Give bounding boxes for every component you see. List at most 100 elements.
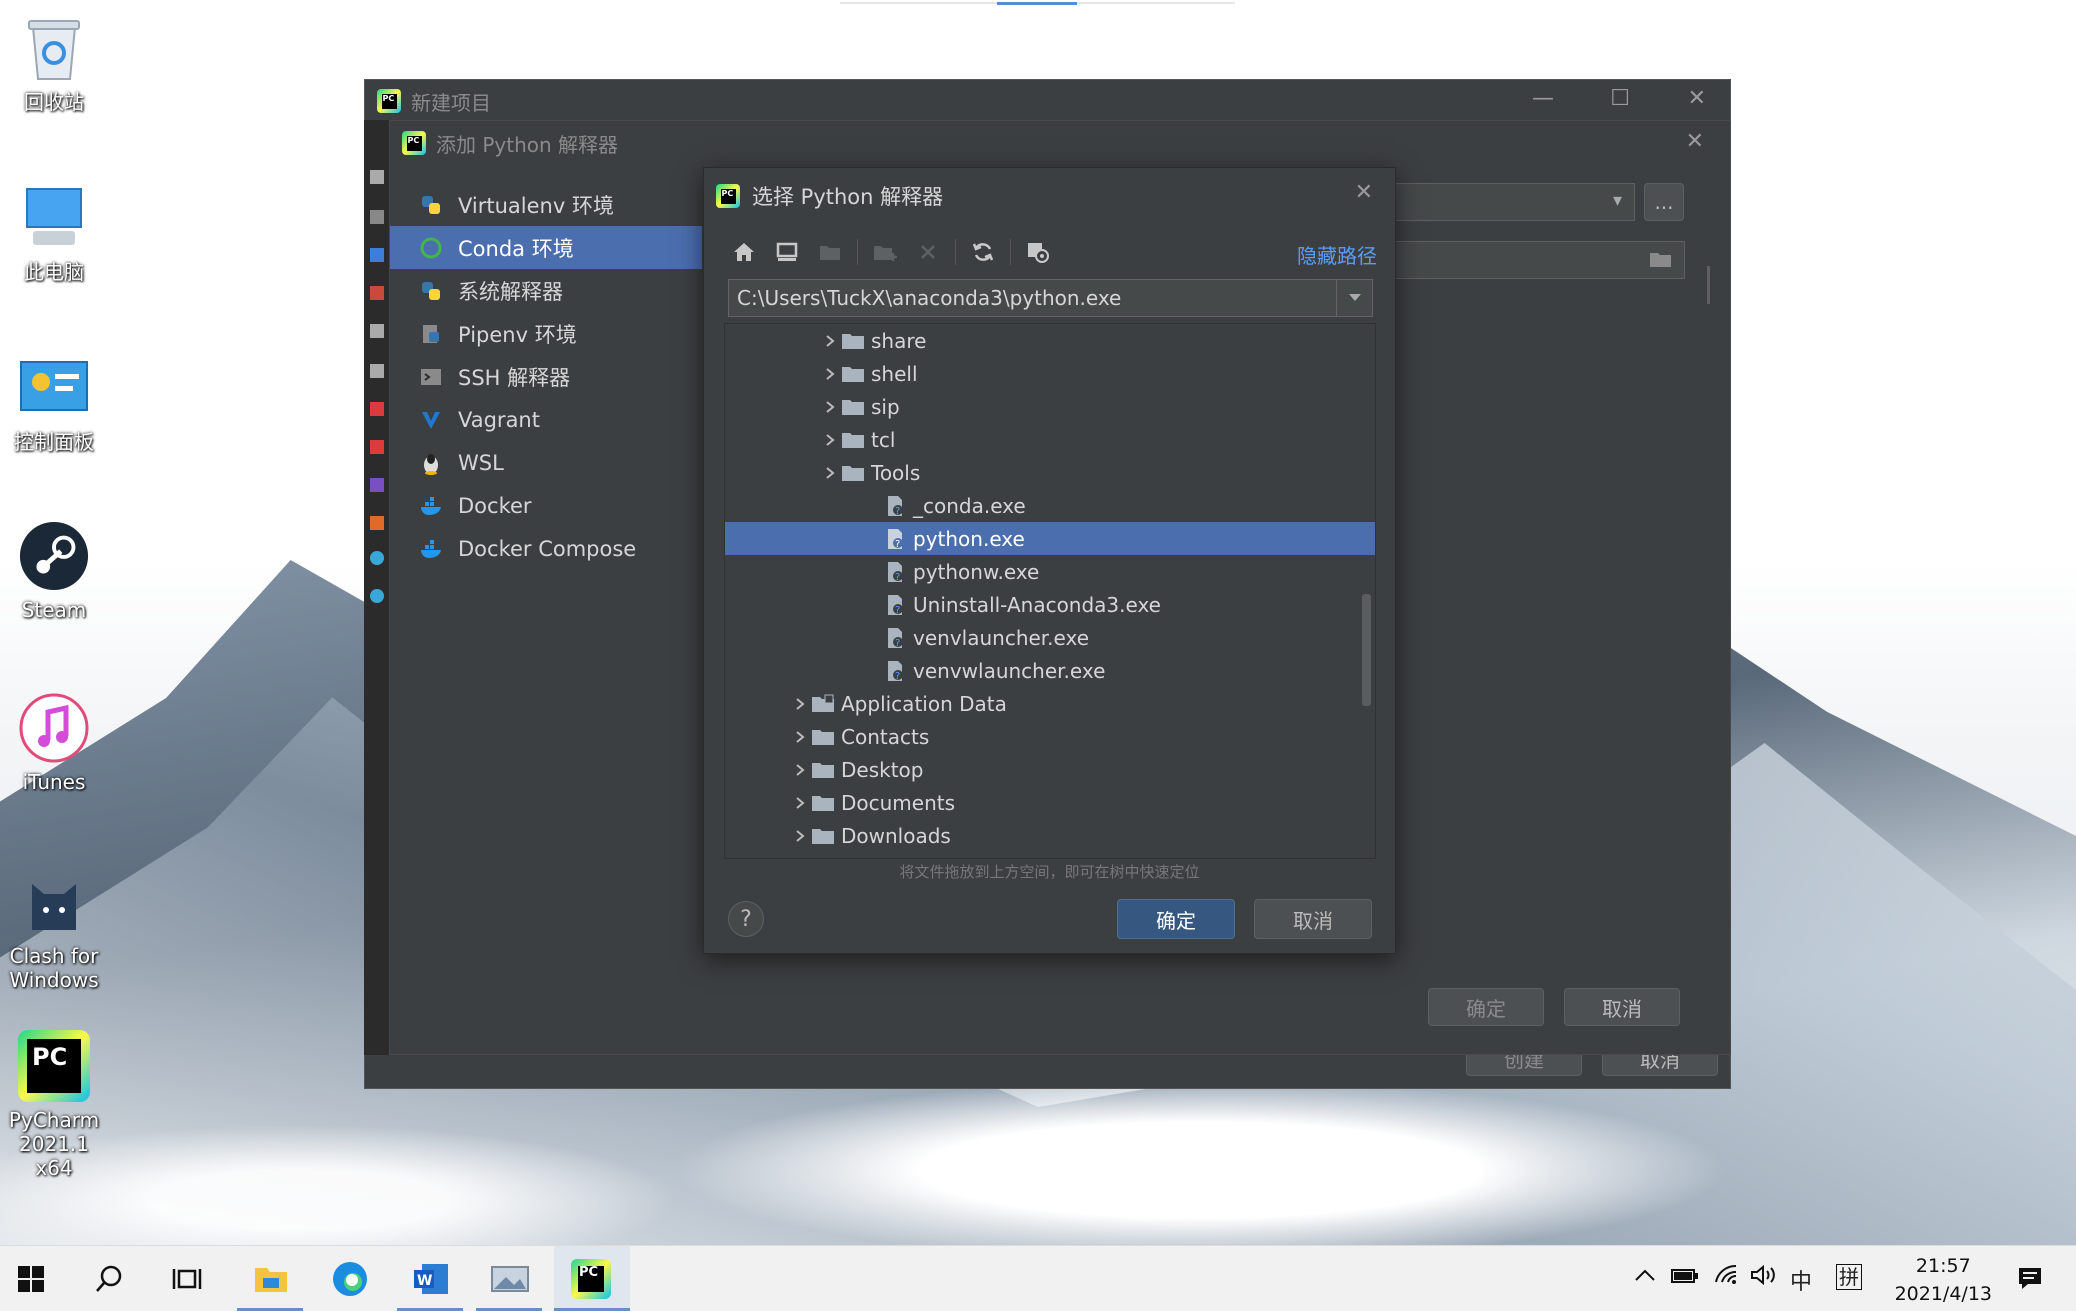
task-view-icon[interactable] (164, 1256, 210, 1302)
file-tree[interactable]: share shell sip tcl Tools ? _conda.exe ? (724, 323, 1376, 859)
chooser-ok-button[interactable]: 确定 (1117, 899, 1235, 939)
tree-item-label: Documents (841, 790, 956, 815)
tree-row-folder[interactable]: Application Data (725, 687, 1375, 720)
conda-path-field[interactable] (1395, 241, 1685, 279)
tree-item-label: share (871, 328, 927, 353)
chooser-cancel-button[interactable]: 取消 (1254, 899, 1372, 939)
hide-path-link[interactable]: 隐藏路径 (1297, 240, 1377, 269)
close-icon[interactable]: ✕ (1686, 129, 1704, 154)
interpreter-type-conda[interactable]: Conda 环境 (390, 226, 702, 269)
tree-item-label: Tools (871, 460, 921, 485)
interpreter-type-system[interactable]: 系统解释器 (390, 269, 702, 312)
home-icon[interactable] (728, 236, 760, 268)
tree-row-folder[interactable]: sip (725, 390, 1375, 423)
file-explorer-icon[interactable] (248, 1256, 294, 1302)
top-progress-accent (997, 2, 1077, 5)
chevron-right-icon[interactable] (789, 730, 811, 744)
chevron-down-icon: ▾ (1612, 190, 1622, 211)
tree-row-file[interactable]: ? pythonw.exe (725, 555, 1375, 588)
chevron-right-icon[interactable] (819, 367, 841, 381)
tree-scrollbar-thumb[interactable] (1362, 594, 1371, 706)
refresh-icon[interactable] (967, 236, 999, 268)
desktop-icon-itunes[interactable]: iTunes (2, 692, 106, 794)
path-combobox[interactable] (728, 279, 1373, 317)
interpreter-select[interactable]: ▾ (1395, 183, 1635, 221)
chevron-up-icon[interactable] (1634, 1264, 1656, 1289)
taskbar: W PC 中 拼 21:57 2021/4/13 (0, 1245, 2076, 1311)
chevron-right-icon[interactable] (789, 697, 811, 711)
show-hidden-files-icon[interactable] (1022, 236, 1054, 268)
browse-interpreter-button[interactable]: ... (1644, 183, 1684, 221)
interpreter-type-vagrant[interactable]: Vagrant (390, 398, 702, 441)
word-icon[interactable]: W (408, 1256, 454, 1302)
toolbar-separator (857, 239, 858, 265)
desktop-icon-steam[interactable]: Steam (2, 520, 106, 622)
folder-icon (841, 396, 865, 418)
chooser-title: 选择 Python 解释器 (752, 185, 944, 209)
desktop-icon-recycle-bin[interactable]: 回收站 (2, 12, 106, 114)
tree-row-folder[interactable]: shell (725, 357, 1375, 390)
battery-plug-icon[interactable] (1670, 1264, 1700, 1292)
notification-icon[interactable] (2016, 1264, 2044, 1298)
interpreter-type-ssh[interactable]: SSH 解释器 (390, 355, 702, 398)
chevron-down-icon[interactable] (1336, 280, 1372, 316)
chevron-right-icon[interactable] (819, 466, 841, 480)
desktop-icon-pycharm[interactable]: PC PyCharm 2021.1 x64 (2, 1030, 106, 1180)
volume-icon[interactable] (1750, 1264, 1778, 1292)
tree-row-folder[interactable]: Downloads (725, 819, 1375, 852)
choose-interpreter-dialog: PC 选择 Python 解释器 ✕ 隐藏路径 C:\Users\TuckX\a… (703, 167, 1396, 954)
ime-pinyin-indicator[interactable]: 拼 (1836, 1264, 1862, 1290)
drag-drop-hint: 将文件拖放到上方空间，即可在树中快速定位 (899, 863, 1200, 881)
interpreter-type-docker[interactable]: Docker (390, 484, 702, 527)
desktop-icon-clash[interactable]: Clash for Windows (2, 866, 106, 992)
chevron-right-icon[interactable] (819, 433, 841, 447)
folder-open-icon[interactable] (1648, 247, 1674, 275)
chevron-right-icon[interactable] (789, 796, 811, 810)
recycle-bin-icon (18, 12, 90, 84)
tree-row-folder[interactable]: Contacts (725, 720, 1375, 753)
system-clock[interactable]: 21:57 2021/4/13 (1895, 1252, 1992, 1308)
tree-row-file-selected[interactable]: ? python.exe (725, 522, 1375, 555)
windows-start-icon[interactable] (8, 1256, 54, 1302)
chevron-right-icon[interactable] (789, 829, 811, 843)
help-button[interactable]: ? (728, 901, 764, 937)
pycharm-taskbar-icon[interactable]: PC (568, 1256, 614, 1302)
desktop-icon-control-panel[interactable]: 控制面板 (2, 352, 106, 454)
tree-row-file[interactable]: ? venvwlauncher.exe (725, 654, 1375, 687)
image-viewer-icon[interactable] (487, 1256, 533, 1302)
interpreter-type-wsl[interactable]: WSL (390, 441, 702, 484)
tree-row-folder[interactable]: Tools (725, 456, 1375, 489)
tree-row-folder[interactable]: Desktop (725, 753, 1375, 786)
computer-icon (18, 182, 90, 254)
add-interpreter-cancel-button[interactable]: 取消 (1564, 988, 1680, 1026)
search-icon[interactable] (86, 1256, 132, 1302)
folder-icon (811, 726, 835, 748)
chevron-right-icon[interactable] (789, 763, 811, 777)
wifi-icon[interactable] (1714, 1264, 1740, 1292)
tree-row-folder[interactable]: tcl (725, 423, 1375, 456)
ime-mode-indicator[interactable]: 中 (1790, 1264, 1812, 1296)
close-icon[interactable]: ✕ (1688, 86, 1706, 111)
svg-text:?: ? (895, 638, 900, 649)
chevron-right-icon[interactable] (819, 400, 841, 414)
desktop-icon[interactable] (771, 236, 803, 268)
interpreter-type-pipenv[interactable]: Pipenv 环境 (390, 312, 702, 355)
tree-row-folder[interactable]: Documents (725, 786, 1375, 819)
minimize-icon[interactable]: — (1532, 86, 1554, 111)
terminal-icon (418, 364, 444, 390)
tree-row-folder[interactable]: share (725, 324, 1375, 357)
close-icon[interactable]: ✕ (1355, 180, 1373, 205)
chevron-right-icon[interactable] (819, 334, 841, 348)
tree-row-file[interactable]: ? venvlauncher.exe (725, 621, 1375, 654)
tree-row-file[interactable]: ? _conda.exe (725, 489, 1375, 522)
chooser-toolbar (728, 236, 1065, 268)
add-interpreter-ok-button[interactable]: 确定 (1428, 988, 1544, 1026)
tree-row-file[interactable]: ? Uninstall-Anaconda3.exe (725, 588, 1375, 621)
interpreter-type-virtualenv[interactable]: Virtualenv 环境 (390, 183, 702, 226)
maximize-icon[interactable]: ☐ (1610, 86, 1630, 111)
desktop-icon-this-pc[interactable]: 此电脑 (2, 182, 106, 284)
interpreter-type-docker-compose[interactable]: Docker Compose (390, 527, 702, 570)
path-input[interactable] (729, 280, 1336, 316)
svg-text:?: ? (895, 572, 900, 583)
edge-browser-icon[interactable] (327, 1256, 373, 1302)
